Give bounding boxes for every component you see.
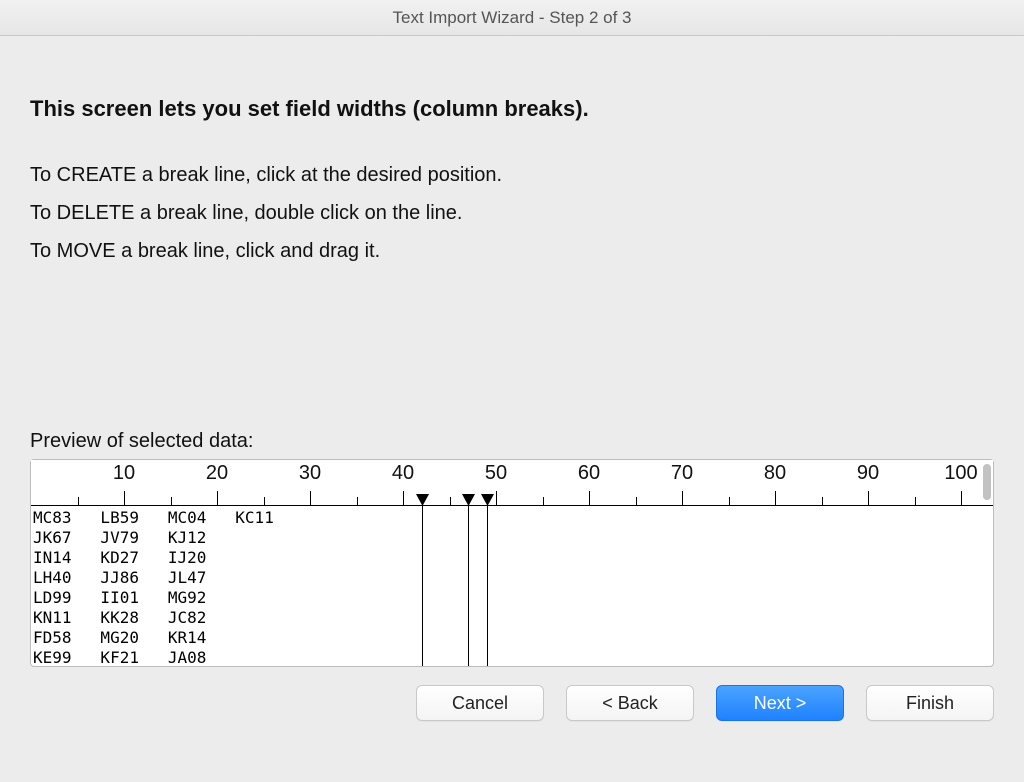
ruler-tick (450, 497, 451, 505)
ruler-number: 50 (485, 462, 507, 485)
ruler-tick (217, 491, 218, 505)
window-title: Text Import Wizard - Step 2 of 3 (392, 8, 631, 28)
finish-button[interactable]: Finish (866, 685, 994, 721)
ruler-number: 60 (578, 462, 600, 485)
ruler-tick (78, 497, 79, 505)
ruler-tick (682, 491, 683, 505)
next-button[interactable]: Next > (716, 685, 844, 721)
ruler-tick (357, 497, 358, 505)
ruler-tick (589, 491, 590, 505)
ruler-tick (868, 491, 869, 505)
ruler-tick (496, 491, 497, 505)
ruler-number: 20 (206, 462, 228, 485)
column-break-line[interactable] (422, 506, 423, 666)
ruler-tick (310, 491, 311, 505)
ruler-tick (915, 497, 916, 505)
ruler-number: 30 (299, 462, 321, 485)
vertical-scrollbar[interactable] (983, 464, 991, 500)
ruler-number: 70 (671, 462, 693, 485)
ruler-tick (961, 491, 962, 505)
column-break-handle[interactable] (481, 494, 494, 506)
button-row: Cancel < Back Next > Finish (0, 667, 1024, 721)
back-button[interactable]: < Back (566, 685, 694, 721)
ruler-number: 40 (392, 462, 414, 485)
preview-data: MC83 LB59 MC04 KC11 JK67 JV79 KJ12 IN14 … (31, 506, 981, 666)
cancel-button[interactable]: Cancel (416, 685, 544, 721)
column-ruler[interactable]: 10 20 30 40 50 60 70 80 90 100 (31, 460, 993, 506)
ruler-tick (636, 497, 637, 505)
ruler-tick (729, 497, 730, 505)
ruler-tick (124, 491, 125, 505)
column-break-handle[interactable] (416, 494, 429, 506)
ruler-tick (822, 497, 823, 505)
ruler-number: 80 (764, 462, 786, 485)
instruction-line: To MOVE a break line, click and drag it. (30, 232, 994, 270)
ruler-tick (775, 491, 776, 505)
ruler-tick (171, 497, 172, 505)
preview-label: Preview of selected data: (30, 430, 994, 453)
column-break-line[interactable] (487, 506, 488, 666)
ruler-number: 10 (113, 462, 135, 485)
column-break-line[interactable] (468, 506, 469, 666)
wizard-body: This screen lets you set field widths (c… (0, 36, 1024, 667)
instruction-line: To DELETE a break line, double click on … (30, 194, 994, 232)
ruler-number: 90 (857, 462, 879, 485)
preview-panel[interactable]: 10 20 30 40 50 60 70 80 90 100 MC83 LB59 MC04 KC1… (30, 459, 994, 667)
ruler-number: 100 (944, 462, 977, 485)
ruler-tick (543, 497, 544, 505)
page-heading: This screen lets you set field widths (c… (30, 96, 994, 122)
column-break-handle[interactable] (462, 494, 475, 506)
instruction-line: To CREATE a break line, click at the des… (30, 156, 994, 194)
ruler-tick (403, 491, 404, 505)
ruler-tick (264, 497, 265, 505)
window-titlebar: Text Import Wizard - Step 2 of 3 (0, 0, 1024, 36)
